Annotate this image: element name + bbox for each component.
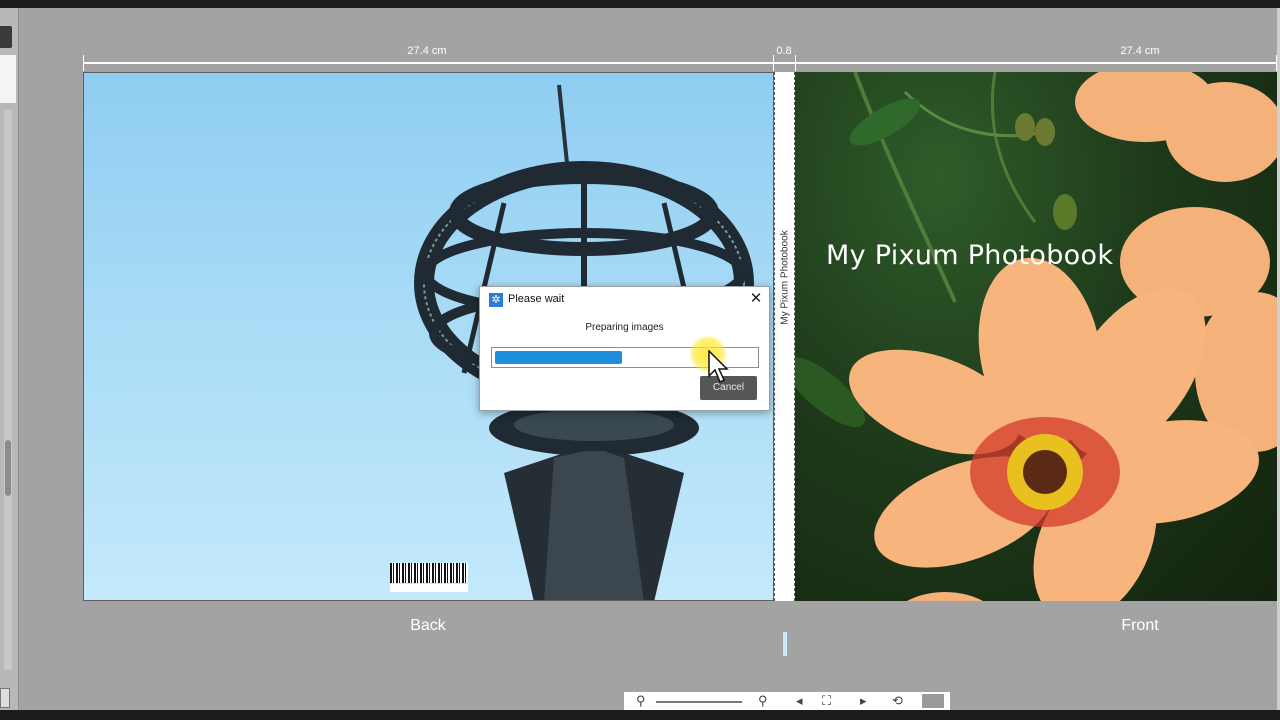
zoom-out-icon[interactable]: ⚲ [636, 694, 646, 708]
bottom-window-bar [0, 710, 1280, 720]
back-caption: Back [410, 617, 446, 634]
flower-photo [795, 72, 1277, 601]
zoom-in-icon[interactable]: ⚲ [758, 694, 768, 708]
front-width-label: 27.4 cm [1120, 45, 1160, 57]
front-ruler [795, 62, 1277, 64]
next-icon[interactable]: ▸ [860, 694, 867, 708]
ruler-tick [83, 55, 84, 71]
dialog-title: Please wait [508, 293, 565, 305]
rotate-icon[interactable]: ⟲ [892, 694, 903, 708]
top-window-bar [0, 0, 1280, 8]
barcode-image [390, 563, 468, 583]
zoom-slider[interactable] [656, 701, 742, 703]
spine-ruler [774, 62, 795, 64]
spine-title: My Pixum Photobook [779, 230, 791, 325]
spine-logo [783, 632, 787, 656]
back-ruler [83, 62, 774, 64]
back-width-label: 27.4 cm [407, 45, 447, 57]
previous-icon[interactable]: ◂ [796, 694, 803, 708]
progress-bar-fill [495, 351, 622, 364]
left-scrollbar[interactable] [4, 110, 12, 670]
front-caption: Front [1121, 617, 1159, 634]
gear-icon: ✲ [489, 293, 503, 307]
panel-toggle-button[interactable] [0, 26, 12, 48]
left-panel-content [0, 55, 16, 103]
mouse-pointer-icon [708, 350, 729, 384]
dialog-message: Preparing images [585, 322, 664, 333]
bottom-toolbar: ⚲ ⚲ ◂ ⛶ ▸ ⟲ [624, 692, 950, 710]
barcode-number [390, 584, 468, 592]
spine-width-label: 0.8 [776, 45, 792, 57]
front-cover-page[interactable]: My Pixum Photobook [795, 72, 1277, 601]
fit-page-icon[interactable]: ⛶ [822, 694, 831, 708]
view-mode-icon[interactable] [922, 694, 944, 708]
book-spine[interactable]: My Pixum Photobook [774, 72, 795, 656]
front-cover-title[interactable]: My Pixum Photobook [826, 240, 1113, 271]
close-icon[interactable]: ✕ [746, 289, 766, 309]
left-scrollbar-thumb[interactable] [5, 440, 11, 496]
ruler-tick [1276, 55, 1277, 71]
left-bottom-control[interactable] [0, 688, 10, 708]
